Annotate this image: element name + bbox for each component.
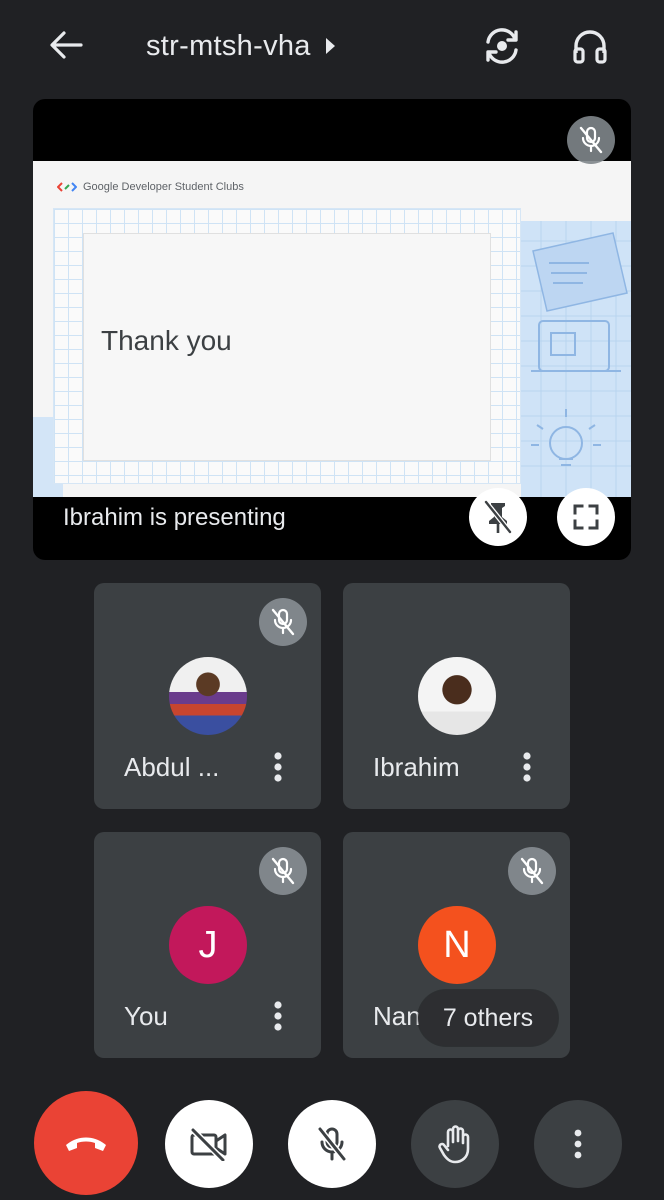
participant-name: Abdul ... [124,751,220,782]
mic-off-icon [317,1126,347,1162]
switch-camera-button[interactable] [474,18,530,74]
raise-hand-button[interactable] [411,1100,499,1188]
gdsc-logo-icon [57,182,77,192]
back-arrow-icon [50,31,83,59]
slide-brand: Google Developer Student Clubs [57,181,244,193]
avatar: N [418,906,496,984]
presenter-mic-status [567,116,615,164]
avatar: J [169,906,247,984]
mic-off-icon [271,857,295,885]
fullscreen-button[interactable] [557,488,615,546]
participant-more-button[interactable] [512,747,542,787]
participant-tile[interactable]: J You [94,832,321,1058]
mic-status [259,598,307,646]
more-vert-icon [574,1129,582,1159]
headphones-icon [573,30,607,64]
mic-off-icon [271,608,295,636]
presenting-label: Ibrahim is presenting [63,504,286,531]
end-call-button[interactable] [34,1091,138,1195]
avatar [418,657,496,735]
call-end-icon [66,1137,106,1151]
unpin-button[interactable] [469,488,527,546]
slide-heading: Thank you [101,325,232,356]
mic-off-icon [520,857,544,885]
participant-name: You [124,1000,168,1031]
mic-status [259,847,307,895]
more-vert-icon [523,752,531,782]
more-vert-icon [274,1001,282,1031]
back-button[interactable] [36,20,96,70]
slide-illustration [521,221,631,497]
unpin-icon [483,500,513,534]
audio-output-button[interactable] [562,18,618,74]
raise-hand-icon [438,1125,470,1164]
more-vert-icon [274,752,282,782]
presentation-slide: Google Developer Student Clubs Thank you [33,161,631,497]
fullscreen-icon [573,504,599,530]
avatar [169,657,247,735]
more-options-button[interactable] [534,1100,622,1188]
participant-name: Ibrahim [373,751,460,782]
others-button[interactable]: 7 others [418,990,558,1046]
slide-brand-text: Google Developer Student Clubs [83,181,244,193]
camera-off-icon [190,1127,227,1161]
meeting-title[interactable]: str-mtsh-vha [146,24,335,68]
avatar-letter: N [443,923,471,966]
participant-more-button[interactable] [263,996,293,1036]
mic-status [508,847,556,895]
meeting-code: str-mtsh-vha [146,29,311,62]
chevron-right-icon [325,38,335,54]
participant-tile[interactable]: Ibrahim [343,583,570,809]
switch-camera-icon [486,28,518,64]
mic-off-icon [579,126,603,154]
microphone-toggle-button[interactable] [288,1100,376,1188]
camera-toggle-button[interactable] [165,1100,253,1188]
participant-more-button[interactable] [263,747,293,787]
participant-tile[interactable]: Abdul ... [94,583,321,809]
avatar-letter: J [198,923,218,966]
